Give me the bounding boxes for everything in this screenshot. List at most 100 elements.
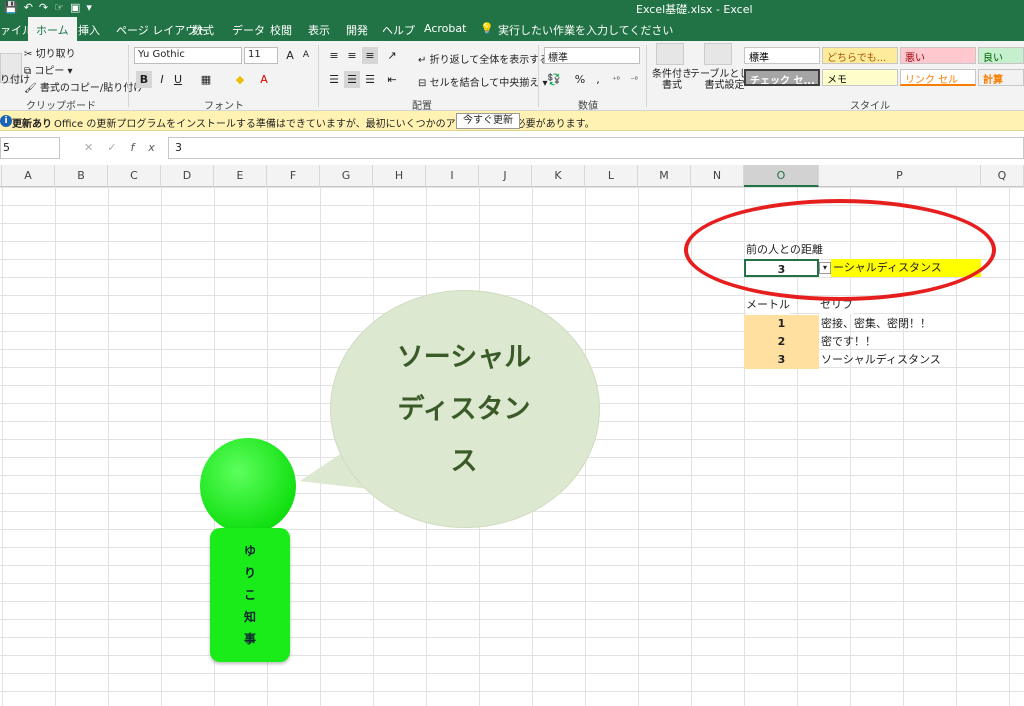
grow-font-button[interactable]: A [282, 47, 298, 64]
borders-icon[interactable]: ▦ [198, 71, 214, 88]
align-right-icon[interactable]: ☰ [362, 71, 378, 88]
copy-label: コピー [34, 66, 65, 77]
column-header[interactable]: G [320, 165, 373, 187]
speech-bubble-text: ソーシャル ディスタン ス [358, 332, 570, 488]
formula-input[interactable]: 3 [168, 137, 1024, 159]
indent-icon[interactable]: ⇤ [384, 71, 400, 88]
decrease-decimal-icon[interactable]: ⁻⁰ [626, 71, 642, 88]
column-header[interactable]: N [691, 165, 744, 187]
font-color-icon[interactable]: A [256, 71, 272, 88]
style-good[interactable]: 良い [978, 47, 1024, 64]
table-header-left[interactable]: メートル [746, 296, 790, 314]
align-middle-icon[interactable]: ≡ [344, 47, 360, 64]
style-neutral[interactable]: どちらでも... [822, 47, 898, 64]
function-icon[interactable]: fx [130, 141, 168, 154]
increase-decimal-icon[interactable]: ⁺⁰ [608, 71, 624, 88]
italic-button[interactable]: I [154, 71, 170, 88]
style-linked-cell[interactable]: リンク セル [900, 69, 976, 86]
style-calculation[interactable]: 計算 [978, 69, 1024, 86]
tab-home[interactable]: ホーム [28, 17, 77, 41]
conditional-format-icon[interactable] [656, 43, 684, 65]
copy-button[interactable]: ⧉ コピー ▾ [24, 62, 73, 77]
column-header[interactable]: K [532, 165, 585, 187]
message-title: 更新あり [12, 119, 52, 130]
number-format-select[interactable]: 標準 [544, 47, 640, 64]
shrink-font-button[interactable]: A [298, 47, 314, 64]
cut-button[interactable]: ✂ 切り取り [24, 45, 76, 60]
style-check-cell[interactable]: チェック セ... [744, 69, 820, 86]
lightbulb-icon: 💡 [480, 22, 494, 35]
red-ellipse-annotation[interactable] [684, 199, 996, 301]
fill-color-icon[interactable]: ◆ [232, 71, 248, 88]
tab-developer[interactable]: 開発 [346, 22, 368, 38]
wrap-text-button[interactable]: ↵ 折り返して全体を表示する [418, 51, 549, 66]
align-top-icon[interactable]: ≡ [326, 47, 342, 64]
figure-head-shape[interactable] [200, 438, 296, 534]
update-now-button[interactable]: 今すぐ更新 [456, 113, 520, 129]
percent-button[interactable]: % [572, 71, 588, 88]
styles-group-label: スタイル [850, 101, 890, 112]
column-header[interactable]: P [819, 165, 981, 187]
tab-formulas[interactable]: 数式 [192, 22, 214, 38]
tab-insert[interactable]: 挿入 [78, 22, 100, 38]
tab-data[interactable]: データ [232, 22, 265, 38]
style-note[interactable]: メモ [822, 69, 898, 86]
tab-help[interactable]: ヘルプ [382, 22, 415, 38]
style-normal[interactable]: 標準 [744, 47, 820, 64]
format-as-table-icon[interactable] [704, 43, 732, 65]
ribbon: り付け ✂ 切り取り ⧉ コピー ▾ 🖌 書式のコピー/貼り付け クリップボード… [0, 41, 1024, 112]
merge-center-button[interactable]: ⊟ セルを結合して中央揃え ▾ [418, 74, 547, 89]
underline-button[interactable]: U [170, 71, 186, 88]
format-painter-button[interactable]: 🖌 書式のコピー/貼り付け [24, 79, 143, 94]
table-row-number[interactable]: 1 [744, 315, 819, 333]
column-header[interactable]: Q [981, 165, 1024, 187]
font-family-select[interactable]: Yu Gothic [134, 47, 242, 64]
column-header[interactable]: B [55, 165, 108, 187]
table-row-number[interactable]: 2 [744, 333, 819, 351]
undo-icon[interactable]: ↶ [24, 1, 39, 14]
tell-me-box[interactable]: 実行したい作業を入力してください [498, 22, 673, 38]
title-bar: 💾↶↷☞▣▾ Excel基礎.xlsx - Excel [0, 0, 1024, 17]
redo-icon[interactable]: ↷ [39, 1, 54, 14]
tab-review[interactable]: 校閲 [270, 22, 292, 38]
wrap-text-label: 折り返して全体を表示する [429, 55, 550, 66]
touch-mode-icon[interactable]: ☞ [54, 1, 70, 14]
column-header[interactable]: L [585, 165, 638, 187]
style-bad[interactable]: 悪い [900, 47, 976, 64]
column-header[interactable]: I [426, 165, 479, 187]
table-row-number[interactable]: 3 [744, 351, 819, 369]
speech-line: ス [450, 446, 478, 477]
enter-icon[interactable]: ✓ [107, 141, 130, 154]
speech-line: ソーシャル [396, 342, 532, 373]
save-icon[interactable]: 💾 [4, 1, 24, 14]
column-header[interactable]: C [108, 165, 161, 187]
column-header[interactable]: A [2, 165, 55, 187]
align-bottom-icon[interactable]: ≡ [362, 47, 378, 64]
screenshot-icon[interactable]: ▣ [70, 1, 86, 14]
column-header[interactable]: F [267, 165, 320, 187]
column-header[interactable]: M [638, 165, 691, 187]
column-header[interactable]: J [479, 165, 532, 187]
name-box[interactable]: 5 [0, 137, 60, 159]
orientation-icon[interactable]: ↗ [384, 47, 400, 64]
table-row-text[interactable]: 密接、密集、密閉！！ [821, 315, 931, 333]
conditional-format-button[interactable]: 条件付き 書式 [652, 69, 692, 91]
ribbon-tabs: ァイル ホーム 挿入 ページ レイアウト 数式 データ 校閲 表示 開発 ヘルプ… [0, 17, 1024, 41]
bold-button[interactable]: B [136, 71, 152, 88]
table-row-text[interactable]: ソーシャルディスタンス [821, 351, 941, 369]
column-header[interactable]: E [214, 165, 267, 187]
column-header-selected[interactable]: O [744, 165, 819, 187]
align-left-icon[interactable]: ☰ [326, 71, 342, 88]
customize-icon[interactable]: ▾ [86, 1, 98, 14]
info-icon: i [0, 115, 12, 127]
column-header[interactable]: D [161, 165, 214, 187]
currency-icon[interactable]: 💱 [546, 71, 562, 88]
comma-button[interactable]: , [590, 71, 606, 88]
font-size-select[interactable]: 11 [244, 47, 278, 64]
column-header[interactable]: H [373, 165, 426, 187]
cancel-icon[interactable]: ✕ [84, 141, 107, 154]
table-row-text[interactable]: 密です！！ [821, 333, 876, 351]
tab-view[interactable]: 表示 [308, 22, 330, 38]
tab-acrobat[interactable]: Acrobat [424, 22, 466, 35]
align-center-icon[interactable]: ☰ [344, 71, 360, 88]
